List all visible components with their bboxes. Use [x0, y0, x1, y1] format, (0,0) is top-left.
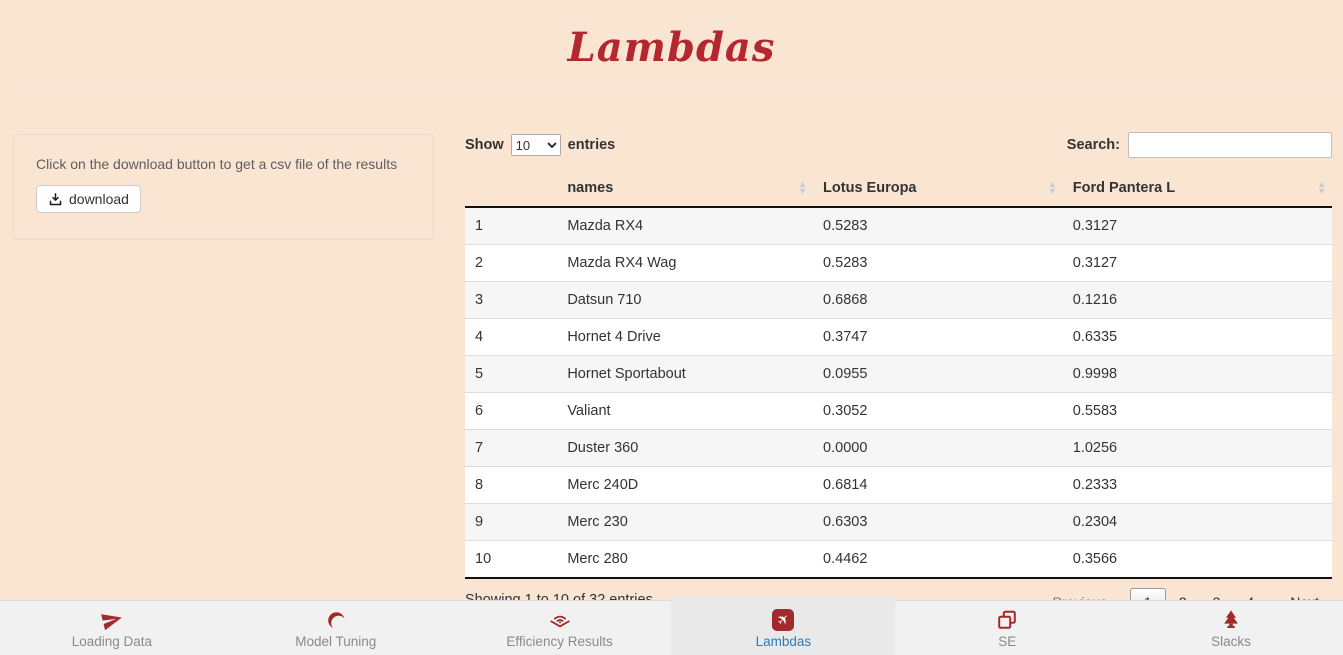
row-number-cell: 4 — [465, 319, 557, 356]
tab-label: SE — [998, 634, 1016, 649]
ford-cell: 0.9998 — [1063, 356, 1332, 393]
lotus-cell: 0.6303 — [813, 504, 1063, 541]
table-header-row: names ▲▼ Lotus Europa ▲▼ Ford Pantera L … — [465, 170, 1332, 207]
tab-model-tuning[interactable]: Model Tuning — [224, 601, 448, 655]
lotus-cell: 0.3747 — [813, 319, 1063, 356]
row-number-cell: 8 — [465, 467, 557, 504]
name-cell: Datsun 710 — [557, 282, 813, 319]
page-length-control: Show 10 entries — [465, 134, 615, 156]
table-row: 8 Merc 240D 0.6814 0.2333 — [465, 467, 1332, 504]
row-number-cell: 9 — [465, 504, 557, 541]
lotus-cell: 0.3052 — [813, 393, 1063, 430]
table-row: 9 Merc 230 0.6303 0.2304 — [465, 504, 1332, 541]
ford-cell: 0.3127 — [1063, 245, 1332, 282]
ford-cell: 0.2304 — [1063, 504, 1332, 541]
name-cell: Mazda RX4 — [557, 207, 813, 245]
table-row: 1 Mazda RX4 0.5283 0.3127 — [465, 207, 1332, 245]
row-number-cell: 7 — [465, 430, 557, 467]
name-cell: Merc 230 — [557, 504, 813, 541]
header-names[interactable]: names ▲▼ — [557, 170, 813, 207]
entries-label: entries — [568, 137, 616, 153]
crescent-icon — [325, 608, 347, 632]
show-label: Show — [465, 137, 504, 153]
download-icon — [48, 192, 63, 207]
download-button-label: download — [69, 191, 129, 207]
name-cell: Hornet Sportabout — [557, 356, 813, 393]
name-cell: Hornet 4 Drive — [557, 319, 813, 356]
download-instruction: Click on the download button to get a cs… — [36, 156, 411, 172]
lotus-cell: 0.6814 — [813, 467, 1063, 504]
ford-cell: 0.5583 — [1063, 393, 1332, 430]
tab-lambdas[interactable]: ✈ Lambdas — [671, 601, 895, 655]
name-cell: Merc 280 — [557, 541, 813, 579]
tab-label: Loading Data — [72, 634, 152, 649]
lotus-cell: 0.0000 — [813, 430, 1063, 467]
ford-cell: 0.3127 — [1063, 207, 1332, 245]
page-length-select[interactable]: 10 — [511, 134, 561, 156]
lotus-cell: 0.5283 — [813, 245, 1063, 282]
ford-cell: 0.3566 — [1063, 541, 1332, 579]
lotus-cell: 0.4462 — [813, 541, 1063, 579]
tab-slacks[interactable]: Slacks — [1119, 601, 1343, 655]
red-plane-square-icon: ✈ — [772, 608, 794, 632]
table-row: 3 Datsun 710 0.6868 0.1216 — [465, 282, 1332, 319]
header-ford-label: Ford Pantera L — [1073, 180, 1175, 196]
tab-se[interactable]: SE — [895, 601, 1119, 655]
row-number-cell: 1 — [465, 207, 557, 245]
tab-efficiency-results[interactable]: Efficiency Results — [448, 601, 672, 655]
lambdas-table-section: Show 10 entries Search: names ▲▼ Lotus E… — [465, 132, 1332, 616]
ford-cell: 0.6335 — [1063, 319, 1332, 356]
table-row: 7 Duster 360 0.0000 1.0256 — [465, 430, 1332, 467]
lotus-cell: 0.6868 — [813, 282, 1063, 319]
paper-plane-icon — [101, 608, 123, 632]
clone-icon — [996, 608, 1018, 632]
ford-cell: 0.2333 — [1063, 467, 1332, 504]
row-number-cell: 3 — [465, 282, 557, 319]
table-body: 1 Mazda RX4 0.5283 0.3127 2 Mazda RX4 Wa… — [465, 207, 1332, 578]
table-row: 4 Hornet 4 Drive 0.3747 0.6335 — [465, 319, 1332, 356]
lambdas-table: names ▲▼ Lotus Europa ▲▼ Ford Pantera L … — [465, 170, 1332, 579]
lotus-cell: 0.5283 — [813, 207, 1063, 245]
tab-loading-data[interactable]: Loading Data — [0, 601, 224, 655]
search-label: Search: — [1067, 137, 1120, 153]
row-number-cell: 2 — [465, 245, 557, 282]
row-number-cell: 5 — [465, 356, 557, 393]
table-row: 6 Valiant 0.3052 0.5583 — [465, 393, 1332, 430]
header-names-label: names — [567, 180, 613, 196]
name-cell: Mazda RX4 Wag — [557, 245, 813, 282]
sort-icon: ▲▼ — [1048, 181, 1057, 195]
tab-label: Slacks — [1211, 634, 1251, 649]
sort-icon: ▲▼ — [1317, 181, 1326, 195]
tab-label: Lambdas — [756, 634, 812, 649]
ford-cell: 1.0256 — [1063, 430, 1332, 467]
table-row: 5 Hornet Sportabout 0.0955 0.9998 — [465, 356, 1332, 393]
header-lotus-label: Lotus Europa — [823, 180, 916, 196]
ford-cell: 0.1216 — [1063, 282, 1332, 319]
title-divider — [13, 92, 1330, 93]
download-button[interactable]: download — [36, 185, 141, 213]
name-cell: Merc 240D — [557, 467, 813, 504]
header-ford-pantera-l[interactable]: Ford Pantera L ▲▼ — [1063, 170, 1332, 207]
table-row: 2 Mazda RX4 Wag 0.5283 0.3127 — [465, 245, 1332, 282]
tab-label: Efficiency Results — [506, 634, 612, 649]
tab-label: Model Tuning — [295, 634, 376, 649]
header-lotus-europa[interactable]: Lotus Europa ▲▼ — [813, 170, 1063, 207]
sort-icon: ▲▼ — [798, 181, 807, 195]
bottom-navbar: Loading Data Model Tuning Efficiency Res… — [0, 600, 1343, 655]
sound-waves-icon — [548, 608, 572, 632]
table-row: 10 Merc 280 0.4462 0.3566 — [465, 541, 1332, 579]
name-cell: Duster 360 — [557, 430, 813, 467]
row-number-cell: 6 — [465, 393, 557, 430]
tree-icon — [1220, 608, 1242, 632]
header-row-number[interactable] — [465, 170, 557, 207]
download-panel: Click on the download button to get a cs… — [13, 134, 434, 240]
table-controls: Show 10 entries Search: — [465, 132, 1332, 158]
row-number-cell: 10 — [465, 541, 557, 579]
lotus-cell: 0.0955 — [813, 356, 1063, 393]
name-cell: Valiant — [557, 393, 813, 430]
page-title: Lambdas — [0, 24, 1343, 71]
search-control: Search: — [1067, 132, 1332, 158]
search-input[interactable] — [1128, 132, 1332, 158]
